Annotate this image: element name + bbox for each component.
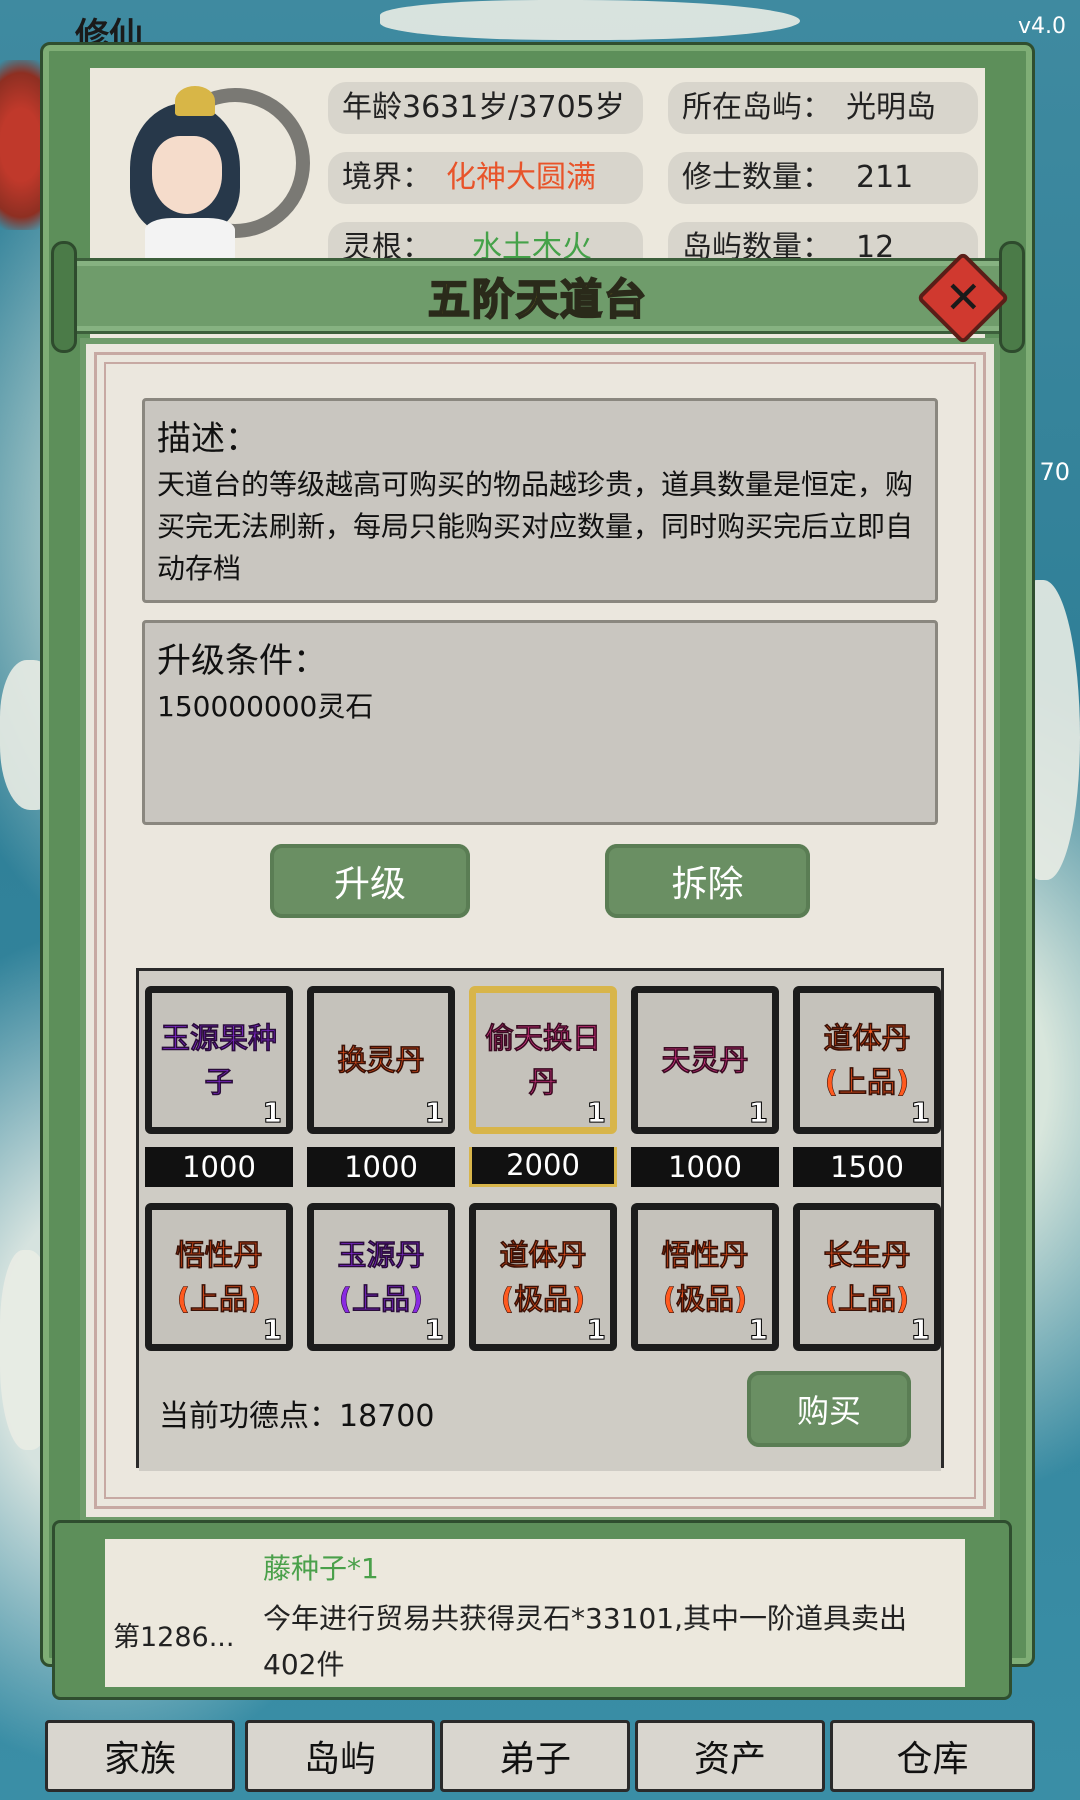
log-line: 402件 (263, 1648, 345, 1681)
shop-item-qty: 1 (424, 1096, 445, 1129)
shop-item-price: 1000 (145, 1147, 293, 1187)
side-number: 70 (1039, 458, 1070, 486)
realm-label: 境界： (342, 160, 432, 195)
shop-item[interactable]: 悟性丹(极品) 1 (631, 1203, 779, 1351)
bottom-tab-bar: 家族 岛屿 弟子 资产 仓库 (45, 1720, 1035, 1792)
version-label: v4.0 (1017, 14, 1066, 39)
event-log[interactable]: 藤种子*1 第1286... 今年进行贸易共获得灵石*33101,其中一阶道具卖… (105, 1539, 965, 1687)
shop-item-name: 长生丹(上品) (823, 1238, 911, 1317)
shop-item-name: 玉源果种子 (160, 1021, 278, 1100)
tab-disciples[interactable]: 弟子 (440, 1720, 630, 1792)
realm-value: 化神大圆满 (446, 160, 596, 195)
shop-item-name: 偷天换日丹 (484, 1021, 602, 1100)
event-log-panel: 藤种子*1 第1286... 今年进行贸易共获得灵石*33101,其中一阶道具卖… (52, 1520, 1012, 1700)
shop-item[interactable]: 悟性丹(上品) 1 (145, 1203, 293, 1351)
island-label: 所在岛屿： (682, 90, 832, 125)
tab-assets[interactable]: 资产 (635, 1720, 825, 1792)
shop-item-name: 玉源丹(上品) (337, 1238, 425, 1317)
merit-points: 当前功德点：18700 (159, 1391, 434, 1435)
shop-item[interactable]: 长生丹(上品) 1 (793, 1203, 941, 1351)
character-avatar[interactable] (100, 78, 310, 258)
log-date: 第1286... (113, 1622, 235, 1653)
description-title: 描述： (157, 419, 259, 459)
shop-item-qty: 1 (910, 1096, 931, 1129)
age-field: 年龄3631岁/3705岁 (328, 82, 643, 134)
modal-title: 五阶天道台 (427, 274, 648, 325)
root-field: 灵根： 水土木火 (328, 222, 643, 265)
shop-item-qty: 1 (262, 1096, 283, 1129)
shop-item[interactable]: 换灵丹 1 (307, 986, 455, 1134)
age-value: 3631岁/3705岁 (402, 90, 625, 125)
shop-item-name: 悟性丹(极品) (661, 1238, 749, 1317)
merit-label: 当前功德点： (159, 1399, 339, 1434)
modal-header: 五阶天道台 (51, 241, 1025, 353)
shop-item-price: 1000 (631, 1147, 779, 1187)
island-field: 所在岛屿： 光明岛 (668, 82, 978, 134)
description-text: 天道台的等级越高可购买的物品越珍贵，道具数量是恒定，购买完无法刷新，每局只能购买… (157, 468, 914, 585)
shop-item[interactable]: 玉源果种子 1 (145, 986, 293, 1134)
cultivators-field: 修士数量： 211 (668, 152, 978, 204)
shop-item-qty: 1 (748, 1313, 769, 1346)
shop-item[interactable]: 玉源丹(上品) 1 (307, 1203, 455, 1351)
map-island (380, 0, 800, 40)
shop-item-name: 道体丹(极品) (499, 1238, 587, 1317)
shop-item-qty: 1 (586, 1313, 607, 1346)
shop-item[interactable]: 天灵丹 1 (631, 986, 779, 1134)
shop-item-qty: 1 (586, 1096, 607, 1129)
upgrade-conditions-text: 150000000灵石 (157, 690, 374, 723)
realm-field: 境界： 化神大圆满 (328, 152, 643, 204)
age-label: 年龄 (342, 90, 402, 125)
log-line: 今年进行贸易共获得灵石*33101,其中一阶道具卖出 (263, 1602, 907, 1635)
cultivators-value: 211 (856, 160, 914, 195)
demolish-button[interactable]: 拆除 (605, 844, 810, 918)
shop-item-price: 2000 (469, 1147, 617, 1187)
shop-item[interactable]: 道体丹(上品) 1 (793, 986, 941, 1134)
scroll-roll-left (51, 241, 77, 353)
cultivators-label: 修士数量： (682, 160, 832, 195)
tab-family[interactable]: 家族 (45, 1720, 235, 1792)
islands-count-field: 岛屿数量： 12 (668, 222, 978, 265)
shop-item-name: 换灵丹 (337, 1043, 425, 1078)
shop-item-name: 道体丹(上品) (823, 1021, 911, 1100)
shop-item[interactable]: 道体丹(极品) 1 (469, 1203, 617, 1351)
description-box: 描述： 天道台的等级越高可购买的物品越珍贵，道具数量是恒定，购买完无法刷新，每局… (142, 398, 938, 603)
shop-item-name: 天灵丹 (661, 1043, 749, 1078)
shop-item-price: 1000 (307, 1147, 455, 1187)
shop-item-selected[interactable]: 偷天换日丹 1 (469, 986, 617, 1134)
buy-button[interactable]: 购买 (747, 1371, 911, 1447)
shop-item-qty: 1 (424, 1313, 445, 1346)
island-value: 光明岛 (846, 90, 936, 125)
upgrade-conditions-box: 升级条件： 150000000灵石 (142, 620, 938, 825)
tab-warehouse[interactable]: 仓库 (830, 1720, 1035, 1792)
shop-item-qty: 1 (262, 1313, 283, 1346)
close-icon: ✕ (944, 272, 982, 323)
shop-item-name: 悟性丹(上品) (175, 1238, 263, 1317)
merit-value: 18700 (339, 1399, 435, 1434)
shop-footer: 当前功德点：18700 购买 (139, 1351, 941, 1471)
shop-item-qty: 1 (910, 1313, 931, 1346)
upgrade-button[interactable]: 升级 (270, 844, 470, 918)
shop-item-price: 1500 (793, 1147, 941, 1187)
shop-panel: 玉源果种子 1 1000 换灵丹 1 1000 偷天换日丹 1 2000 天灵丹… (136, 968, 944, 1471)
log-line: 藤种子*1 (263, 1552, 379, 1585)
upgrade-conditions-title: 升级条件： (157, 641, 327, 681)
shop-item-qty: 1 (748, 1096, 769, 1129)
tab-islands[interactable]: 岛屿 (245, 1720, 435, 1792)
